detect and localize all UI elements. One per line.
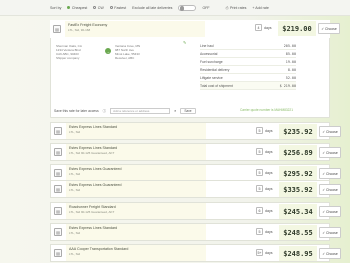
rate-price: $295.92 — [279, 166, 317, 181]
edit-icon[interactable]: ✎ — [183, 40, 186, 45]
save-label: Save this rate for later access — [54, 108, 99, 113]
radio-icon — [67, 6, 71, 9]
rate-card: ▤ Estes Express Lines Standard LTL, Std … — [50, 122, 341, 140]
fee-breakdown: Line haul 205.00 Accessorial 85.00 Fuel su… — [200, 42, 296, 90]
rate-price: $256.89 — [279, 145, 317, 160]
rate-card: ▤ Roadrunner Freight Standard LTL, Std 9… — [50, 202, 341, 220]
carrier-logo-icon: ▤ — [54, 228, 62, 236]
transit-days: 5 days — [256, 169, 273, 176]
origin-address: Sherman Oaks, CA 1234 Ventura Blvd CA6 A… — [56, 44, 82, 60]
choose-button[interactable]: ✓ Choose — [318, 23, 340, 34]
carrier-name: Estes Express Lines Standard — [69, 226, 118, 230]
carrier-sub: LTL, Std 90-125 Guaranteed, AKT — [69, 151, 115, 155]
carrier-sub: LTL, Std, 90-168 — [68, 28, 91, 32]
sort-option-fastest[interactable]: Fastest — [109, 6, 126, 10]
radio-icon — [109, 6, 113, 9]
fee-row: Liftgate service 52.00 — [200, 74, 296, 82]
rate-price: $245.34 — [279, 204, 317, 219]
carrier-logo-icon: ▤ — [54, 207, 62, 215]
rate-card: ▤ Estes Express Lines Guaranteed LTL, St… — [50, 180, 341, 198]
carrier-name: Estes Express Lines Standard — [69, 146, 118, 150]
print-rates-button[interactable]: ⎙ Print rates — [226, 6, 247, 10]
carrier-logo-icon: ▤ — [54, 249, 62, 257]
choose-button[interactable]: ✓ Choose — [319, 206, 341, 217]
fee-row: Accessorial 85.00 — [200, 50, 296, 58]
add-rate-button[interactable]: + Add rate — [252, 6, 268, 10]
destination-address: Ventana Cove, MN 987 North Ave Minot Lak… — [115, 44, 141, 60]
carrier-sub: LTL, Std 90-125 Guaranteed, AKT — [69, 210, 115, 214]
toggle-state: OFF — [202, 5, 210, 10]
rate-card: ▤ Estes Express Lines Standard LTL, Std … — [50, 143, 341, 161]
transit-days: 5 days — [256, 148, 273, 155]
rate-price: $235.92 — [279, 124, 317, 139]
transit-days: 5+ days — [256, 249, 273, 256]
fee-row: Residential delivery 8.00 — [200, 66, 296, 74]
carrier-name: Roadrunner Freight Standard — [69, 205, 116, 209]
arrow-icon: → — [105, 48, 111, 54]
sort-option-cheapest[interactable]: Cheapest — [67, 6, 87, 10]
transit-days: 6 days — [256, 207, 273, 214]
choose-button[interactable]: ✓ Choose — [319, 184, 341, 195]
quote-number: Carrier quote number is MAHM83221 — [240, 108, 293, 112]
transit-days: 5 days — [256, 228, 273, 235]
choose-button[interactable]: ✓ Choose — [319, 227, 341, 238]
carrier-logo-icon: ▤ — [54, 169, 62, 177]
carrier-sub: LTL, Std — [69, 130, 81, 134]
rate-price: $335.92 — [279, 182, 317, 197]
carrier-name: Estes Express Lines Guaranteed — [69, 167, 122, 171]
save-button[interactable]: Save — [180, 107, 196, 114]
fee-total-row: Total cost of shipment $ 219.00 — [200, 82, 296, 90]
fee-row: Line haul 205.00 — [200, 42, 296, 50]
sort-option-cw[interactable]: CW — [93, 6, 104, 10]
fee-row: Fuel surcharge 19.00 — [200, 58, 296, 66]
carrier-sub: LTL, Std — [69, 231, 81, 235]
carrier-sub: LTL, Std — [69, 172, 81, 176]
carrier-logo-icon: ▤ — [54, 148, 62, 156]
carrier-name: Estes Express Lines Guaranteed — [69, 183, 122, 187]
carrier-name: Estes Express Lines Standard — [69, 125, 118, 129]
search-icon[interactable]: ⌕ — [174, 108, 176, 113]
carrier-name: AAA Cooper Transportation Standard — [69, 247, 129, 251]
info-icon: ⓘ — [102, 109, 107, 113]
transit-days: 5 days — [256, 185, 273, 192]
rate-card-header: ▤ FastEx Freight Economy LTL, Std, 90-16… — [50, 20, 340, 38]
rate-price: $248.95 — [279, 246, 317, 261]
carrier-logo-icon: ▤ — [54, 185, 62, 193]
exclude-late-option[interactable]: Exclude all late deliveries — [132, 6, 172, 10]
carrier-sub: LTL, Std — [69, 188, 81, 192]
choose-button[interactable]: ✓ Choose — [319, 168, 341, 179]
carrier-logo-icon: ▤ — [54, 127, 62, 135]
carrier-logo-icon: ▤ — [53, 25, 61, 33]
rate-card: ▤ AAA Cooper Transportation Standard LTL… — [50, 244, 341, 262]
choose-button[interactable]: ✓ Choose — [319, 126, 341, 137]
carrier-sub: LTL, Std — [69, 252, 81, 256]
carrier-name: FastEx Freight Economy — [68, 23, 108, 27]
radio-icon — [93, 6, 97, 9]
rate-card: ▤ Estes Express Lines Standard LTL, Std … — [50, 223, 341, 241]
save-rate-row: Save this rate for later access ⓘ Add a … — [50, 106, 330, 115]
rate-price: $219.00 — [278, 21, 316, 36]
exclude-late-toggle[interactable] — [178, 4, 197, 11]
rate-price: $248.55 — [279, 225, 317, 240]
transit-days: 4 days — [255, 24, 272, 31]
save-reference-input[interactable]: Add a reference or address — [110, 107, 171, 114]
choose-button[interactable]: ✓ Choose — [319, 248, 341, 259]
transit-days: 5 days — [256, 127, 273, 134]
sort-toolbar: Sort by Cheapest CW Fastest Exclude all … — [0, 0, 350, 16]
choose-button[interactable]: ✓ Choose — [319, 147, 341, 158]
sort-label: Sort by — [50, 5, 62, 10]
